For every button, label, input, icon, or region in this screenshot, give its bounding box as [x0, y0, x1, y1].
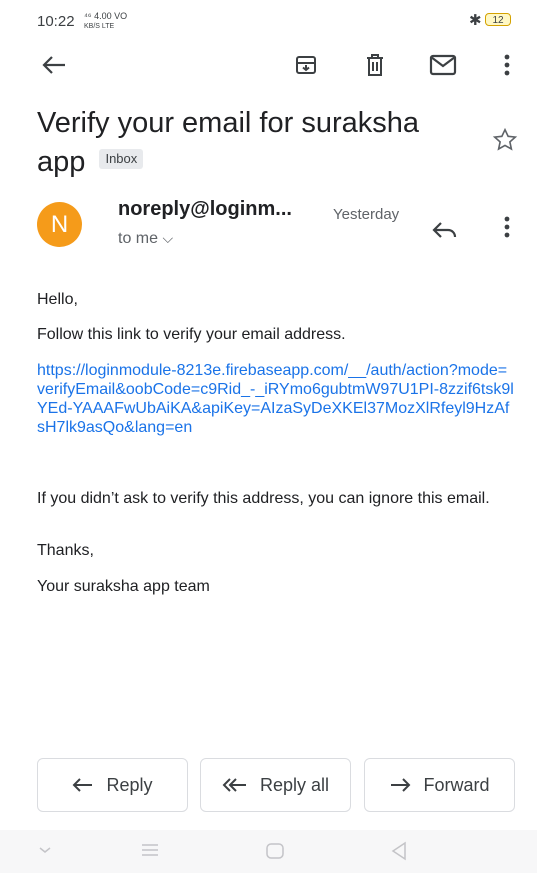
- body-signature: Your suraksha app team: [37, 578, 210, 595]
- envelope-icon[interactable]: [427, 49, 459, 81]
- body-line-1: Follow this link to verify your email ad…: [37, 326, 346, 343]
- reply-icon[interactable]: [428, 214, 460, 246]
- recipient-details[interactable]: to me ⌵: [118, 230, 173, 248]
- nav-home-icon[interactable]: [265, 842, 285, 860]
- nav-back-icon[interactable]: [390, 841, 408, 861]
- nav-menu-icon[interactable]: [140, 842, 160, 858]
- body-greeting: Hello,: [37, 291, 78, 308]
- message-more-vert-icon[interactable]: [491, 211, 523, 243]
- forward-icon: [391, 778, 411, 792]
- forward-button-label: Forward: [423, 774, 490, 795]
- sender-name[interactable]: noreply@loginm...: [118, 198, 292, 221]
- inbox-label-badge[interactable]: Inbox: [99, 149, 144, 170]
- reply-all-button-label: Reply all: [259, 774, 330, 795]
- email-subject: Verify your email for suraksha app Inbox: [37, 104, 467, 182]
- back-arrow-icon[interactable]: [38, 49, 70, 81]
- body-closing: Thanks,: [37, 542, 94, 559]
- battery-indicator: 12: [485, 13, 511, 26]
- star-icon[interactable]: [489, 124, 521, 156]
- signal-subtext: KB/S LTE: [84, 23, 115, 30]
- reply-button[interactable]: Reply: [37, 758, 188, 812]
- signal-indicator: ⁴⁶ 4.00 VO KB/S LTE: [84, 12, 127, 31]
- reply-button-label: Reply: [106, 774, 153, 795]
- system-nav-bar: [0, 830, 537, 873]
- bluetooth-icon: ✱: [469, 12, 482, 29]
- email-date: Yesterday: [333, 206, 400, 223]
- reply-button-icon: [73, 778, 93, 792]
- sender-avatar[interactable]: N: [37, 202, 82, 247]
- signal-text: ⁴⁶ 4.00 VO: [84, 11, 128, 21]
- subject-text: Verify your email for suraksha app: [37, 107, 419, 178]
- archive-icon[interactable]: [290, 49, 322, 81]
- chevron-down-icon: ⌵: [162, 230, 174, 246]
- status-time: 10:22: [37, 13, 75, 30]
- body-line-2: If you didn’t ask to verify this address…: [37, 490, 490, 507]
- recipient-text: to me: [118, 230, 159, 247]
- status-bar: 10:22 ⁴⁶ 4.00 VO KB/S LTE ✱ 12: [0, 0, 537, 40]
- reply-all-button[interactable]: Reply all: [200, 758, 351, 812]
- reply-all-icon: [222, 778, 246, 792]
- forward-button[interactable]: Forward: [364, 758, 515, 812]
- more-vert-icon[interactable]: [491, 49, 523, 81]
- nav-collapse-icon[interactable]: [38, 845, 52, 855]
- verification-link[interactable]: https://loginmodule-8213e.firebaseapp.co…: [37, 361, 515, 437]
- trash-icon[interactable]: [359, 49, 391, 81]
